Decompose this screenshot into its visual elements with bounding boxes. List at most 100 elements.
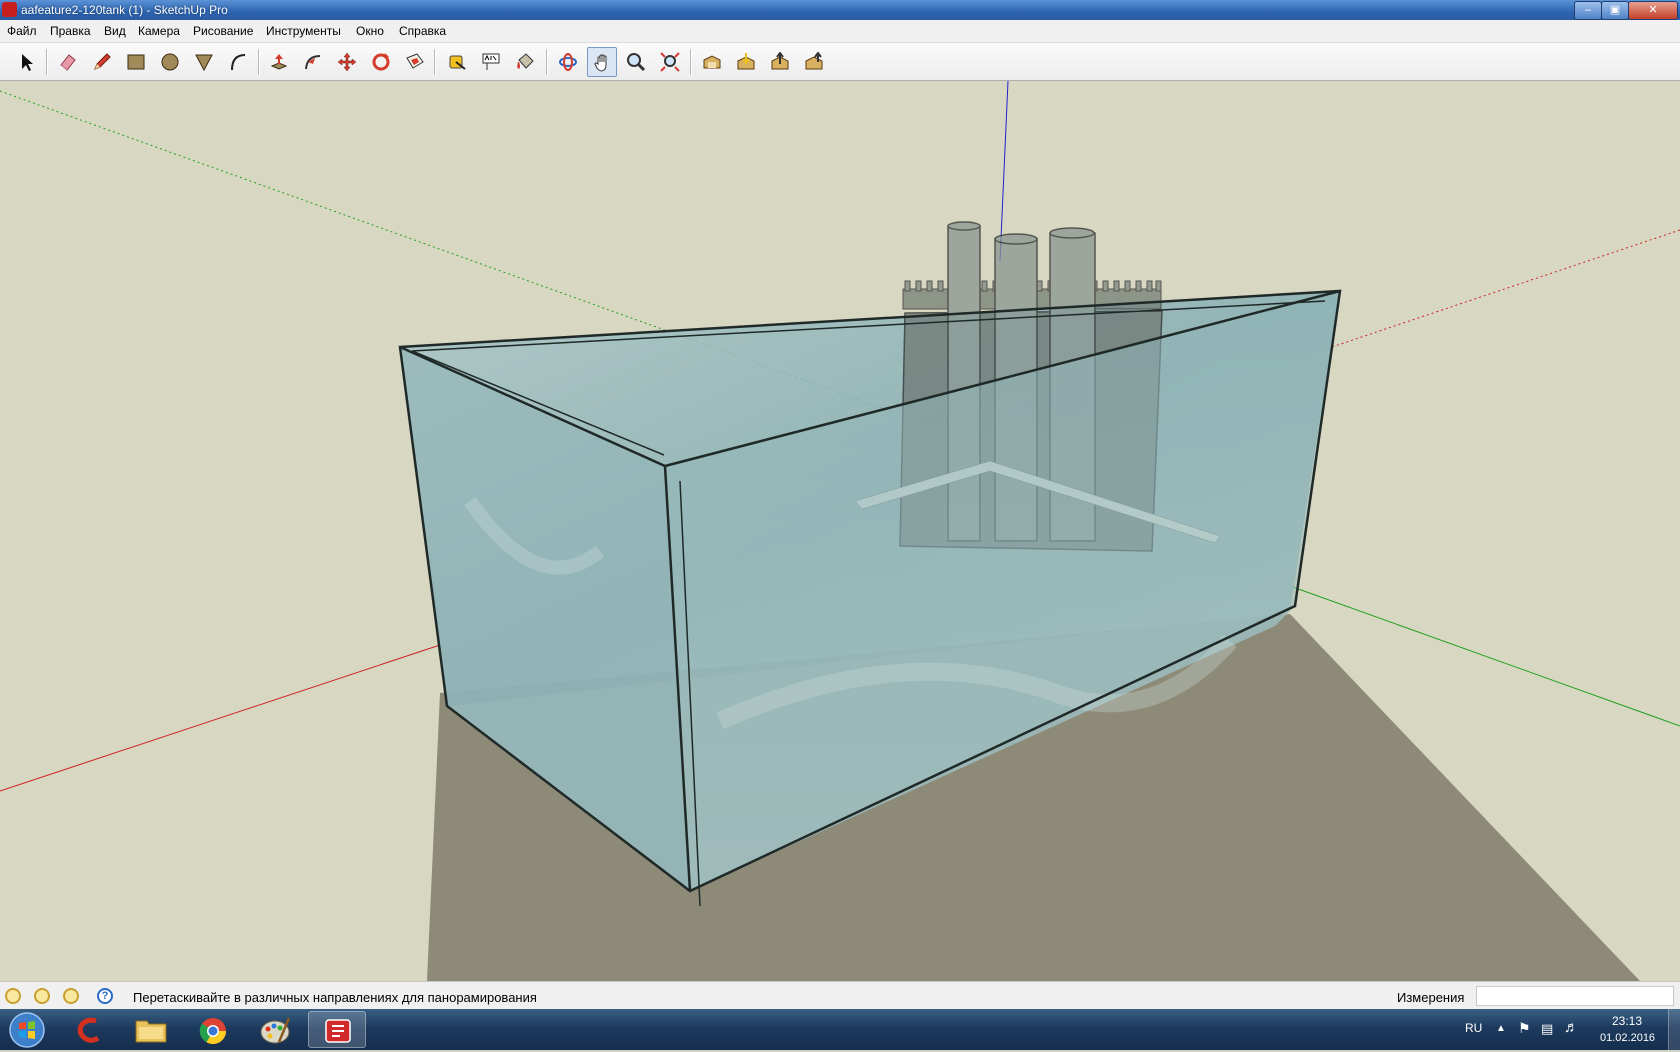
rotate-tool-button[interactable] <box>366 47 396 77</box>
offset-tool-button[interactable] <box>400 47 430 77</box>
paint-palette-icon <box>260 1017 291 1044</box>
folder-icon <box>135 1020 167 1043</box>
help-icon[interactable]: ? <box>97 988 113 1004</box>
follow-me-tool-button[interactable] <box>298 47 328 77</box>
menu-draw[interactable]: Рисование <box>193 24 253 38</box>
zoom-tool-button[interactable] <box>621 47 651 77</box>
maximize-button[interactable]: ▣ <box>1601 1 1629 20</box>
zoom-icon <box>627 53 646 72</box>
share-model-icon <box>771 52 789 70</box>
text-icon <box>482 53 500 70</box>
circle-icon <box>161 53 179 71</box>
measurements-input[interactable] <box>1476 986 1674 1006</box>
windows-logo-icon <box>9 1012 45 1048</box>
zoom-extents-icon <box>660 52 680 72</box>
hand-icon <box>594 54 607 72</box>
status-bar: ? Перетаскивайте в различных направления… <box>0 981 1680 1010</box>
scene-canvas <box>0 81 1680 981</box>
orbit-tool-button[interactable] <box>553 47 583 77</box>
red-axis <box>1319 229 1680 352</box>
polygon-icon <box>195 54 213 72</box>
paint-bucket-icon <box>517 53 534 69</box>
geo-location-icon[interactable] <box>5 988 21 1004</box>
menu-bar: Файл Правка Вид Камера Рисование Инструм… <box>0 20 1680 43</box>
push-pull-tool-button[interactable] <box>264 47 294 77</box>
credits-icon[interactable] <box>34 988 50 1004</box>
orbit-icon <box>559 53 577 71</box>
volume-icon[interactable]: ♬ <box>1564 1019 1579 1036</box>
close-button[interactable]: ✕ <box>1628 1 1678 20</box>
language-indicator[interactable]: RU <box>1465 1021 1482 1035</box>
text-tool-button[interactable] <box>476 47 506 77</box>
pan-tool-button[interactable] <box>587 47 617 77</box>
zoom-extents-tool-button[interactable] <box>655 47 685 77</box>
minimize-button[interactable]: – <box>1574 1 1602 20</box>
ccleaner-icon <box>77 1017 100 1043</box>
rectangle-tool-button[interactable] <box>121 47 151 77</box>
taskbar-explorer[interactable] <box>122 1011 180 1048</box>
taskbar: RU ▲ ⚑ ▤ ♬ 23:13 01.02.2016 <box>0 1009 1680 1050</box>
toolbar-separator <box>258 49 260 75</box>
red-axis <box>0 644 441 792</box>
menu-tools[interactable]: Инструменты <box>266 24 341 38</box>
taskbar-ccleaner[interactable] <box>60 1011 118 1048</box>
taskbar-paint[interactable] <box>246 1011 304 1048</box>
arc-tool-button[interactable] <box>223 47 253 77</box>
title-bar: aafeature2-120tank (1) - SketchUp Pro – … <box>0 0 1680 20</box>
measurements-label: Измерения <box>1397 990 1465 1005</box>
show-hidden-icons-icon[interactable]: ▲ <box>1496 1023 1506 1034</box>
rotate-icon <box>372 53 390 71</box>
warehouse-tool-button[interactable] <box>697 47 727 77</box>
push-pull-icon <box>270 54 288 70</box>
toolbar-separator <box>46 49 48 75</box>
tape-measure-tool-button[interactable] <box>442 47 472 77</box>
share-component-tool-button[interactable] <box>799 47 829 77</box>
start-button[interactable] <box>4 1010 50 1049</box>
rectangle-icon <box>127 54 145 70</box>
get-models-tool-button[interactable] <box>731 47 761 77</box>
status-message: Перетаскивайте в различных направлениях … <box>133 990 537 1005</box>
eraser-tool-button[interactable] <box>53 47 83 77</box>
circle-tool-button[interactable] <box>155 47 185 77</box>
taskbar-sketchup[interactable] <box>308 1011 366 1048</box>
menu-view[interactable]: Вид <box>104 24 126 38</box>
get-models-icon <box>737 53 755 70</box>
toolbar-separator <box>690 49 692 75</box>
tape-measure-icon <box>449 55 466 70</box>
clock-time[interactable]: 23:13 <box>1612 1014 1642 1028</box>
share-component-icon <box>805 52 823 70</box>
menu-edit[interactable]: Правка <box>50 24 91 38</box>
sketchup-app-icon[interactable] <box>2 2 17 17</box>
share-model-tool-button[interactable] <box>765 47 795 77</box>
paint-bucket-tool-button[interactable] <box>510 47 540 77</box>
polygon-tool-button[interactable] <box>189 47 219 77</box>
chrome-icon <box>199 1018 227 1045</box>
show-desktop-button[interactable] <box>1668 1009 1680 1050</box>
taskbar-chrome[interactable] <box>184 1011 242 1048</box>
action-center-flag-icon[interactable]: ⚑ <box>1518 1020 1531 1037</box>
sketchup-icon <box>325 1019 351 1043</box>
follow-me-icon <box>305 55 321 70</box>
move-icon <box>337 52 357 72</box>
clock-date[interactable]: 01.02.2016 <box>1600 1032 1655 1044</box>
menu-file[interactable]: Файл <box>7 24 37 38</box>
move-tool-button[interactable] <box>332 47 362 77</box>
pencil-icon <box>94 53 111 70</box>
window-title: aafeature2-120tank (1) - SketchUp Pro <box>21 3 228 17</box>
arrow-icon <box>22 54 33 71</box>
menu-camera[interactable]: Камера <box>138 24 180 38</box>
menu-window[interactable]: Окно <box>356 24 384 38</box>
warehouse-icon <box>703 55 721 69</box>
copyright-icon[interactable] <box>63 988 79 1004</box>
toolbar-separator <box>434 49 436 75</box>
eraser-icon <box>60 54 76 71</box>
toolbar <box>0 43 1680 81</box>
network-icon[interactable]: ▤ <box>1541 1021 1553 1037</box>
menu-help[interactable]: Справка <box>399 24 446 38</box>
line-tool-button[interactable] <box>87 47 117 77</box>
toolbar-separator <box>546 49 548 75</box>
model-viewport[interactable] <box>0 81 1680 981</box>
arc-icon <box>231 54 246 71</box>
offset-icon <box>406 53 424 69</box>
select-tool-button[interactable] <box>12 47 42 77</box>
